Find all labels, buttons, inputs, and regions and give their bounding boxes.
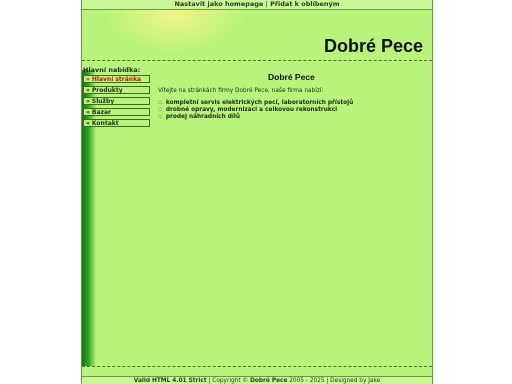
header-divider bbox=[82, 60, 432, 61]
designer-credit: Designed by Jake bbox=[330, 378, 381, 384]
content-title: Dobré Pece bbox=[268, 72, 315, 82]
nav-arrow-icon: » bbox=[86, 76, 90, 83]
copyright-years: 2005 - 2025 bbox=[289, 378, 325, 384]
nav-item-contact[interactable]: » Kontakt bbox=[83, 119, 150, 127]
intro-text: Vítejte na stránkách firmy Dobré Pece, n… bbox=[158, 88, 324, 94]
nav-item-label: Produkty bbox=[91, 87, 123, 94]
service-item: :: kompletní servis elektrických pecí, la… bbox=[158, 100, 353, 106]
bullet-icon: :: bbox=[158, 114, 162, 120]
service-item: :: prodej náhradních dílů bbox=[158, 114, 240, 120]
service-text: drobné opravy, modernizaci a celkovou re… bbox=[165, 107, 338, 113]
site-title: Dobré Pece bbox=[323, 36, 423, 56]
nav-item-main-page[interactable]: » Hlavní stránka bbox=[83, 75, 150, 83]
nav-item-bazaar[interactable]: » Bazar bbox=[83, 108, 150, 116]
nav-item-services[interactable]: » Služby bbox=[83, 97, 150, 105]
add-favorites-link[interactable]: Přidat k oblíbeným bbox=[270, 0, 339, 8]
page-container: Nastavit jako homepage | Přidat k oblíbe… bbox=[81, 0, 433, 384]
service-text: prodej náhradních dílů bbox=[165, 114, 241, 120]
footer-separator: | bbox=[326, 378, 329, 384]
nav-item-label: Kontakt bbox=[91, 120, 119, 127]
nav-item-label: Bazar bbox=[91, 109, 112, 116]
footer-bar: Valid HTML 4.01 Strict | Copyright © Dob… bbox=[82, 376, 432, 384]
footer-divider bbox=[82, 366, 432, 367]
nav-arrow-icon: » bbox=[86, 87, 90, 94]
bullet-icon: :: bbox=[158, 107, 162, 113]
service-text: kompletní servis elektrických pecí, labo… bbox=[165, 100, 354, 106]
nav-heading: Hlavní nabídka: bbox=[83, 66, 141, 74]
footer-separator: | bbox=[208, 378, 211, 384]
nav-arrow-icon: » bbox=[86, 109, 90, 116]
bullet-icon: :: bbox=[158, 100, 162, 106]
copyright-name: Dobré Pece bbox=[250, 378, 288, 384]
nav-arrow-icon: » bbox=[86, 120, 90, 127]
nav-arrow-icon: » bbox=[86, 98, 90, 105]
copyright-prefix: Copyright © bbox=[212, 378, 249, 384]
valid-html-link[interactable]: Valid HTML 4.01 Strict bbox=[134, 378, 207, 384]
topbar-separator: | bbox=[265, 0, 268, 8]
nav-item-label: Hlavní stránka bbox=[91, 76, 142, 83]
set-homepage-link[interactable]: Nastavit jako homepage bbox=[174, 0, 263, 8]
header-banner: Dobré Pece bbox=[82, 10, 432, 60]
nav-item-products[interactable]: » Produkty bbox=[83, 86, 150, 94]
top-bar: Nastavit jako homepage | Přidat k oblíbe… bbox=[82, 0, 432, 10]
service-item: :: drobné opravy, modernizaci a celkovou … bbox=[158, 107, 337, 113]
nav-item-label: Služby bbox=[91, 98, 115, 105]
